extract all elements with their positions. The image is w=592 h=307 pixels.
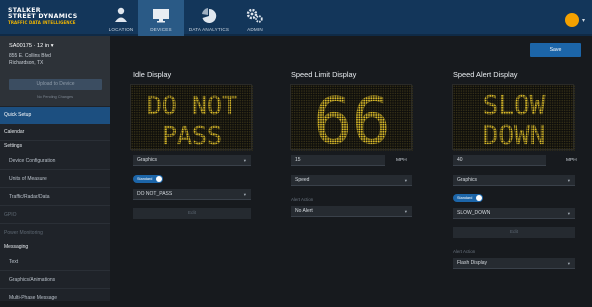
toggle-knob [476,195,482,201]
speed-alert-input[interactable]: 40 [453,155,546,166]
idle-graphic-value: DO NOT_PASS [137,191,173,197]
speed-alert-unit: MPH [566,158,577,163]
led-text-line: SLOW [483,91,546,121]
led-text-line: PASS [162,121,222,150]
pending-changes-label: No Pending Changes [36,95,74,99]
speed-alert-mode-select[interactable]: Graphics ▾ [453,175,575,186]
speed-alert-led-matrix: SLOWDOWN [453,85,575,151]
nav-location[interactable]: LOCATION [106,0,136,36]
speed-alert-standard-toggle[interactable]: Standard [453,194,483,202]
speed-limit-led-matrix: 66 [291,85,413,159]
idle-graphic-select[interactable]: DO NOT_PASS ▾ [133,189,251,200]
chevron-down-icon: ▾ [50,43,54,49]
nav-data-analytics[interactable]: DATA ANALYTICS [188,0,230,36]
led-text-line: DOWN [483,121,546,151]
idle-edit-button[interactable]: Edit [133,208,251,219]
led-text-line: DO NOT [147,91,237,120]
idle-mode-select[interactable]: Graphics ▾ [133,155,251,166]
speed-alert-alert-value: Flash Display [457,260,488,266]
save-button[interactable]: Save [530,43,581,57]
idle-toggle-label: Standard [137,177,153,181]
speed-limit-mode-value: Speed [295,177,310,183]
speed-limit-value: 15 [295,157,301,163]
idle-mode-value: Graphics [137,157,158,163]
logo-line3: TRAFFIC DATA INTELLIGENCE [8,20,76,25]
speed-limit-alert-label: Alert Action [291,197,314,202]
speed-alert-title: Speed Alert Display [453,70,518,79]
speed-alert-alert-select[interactable]: Flash Display ▾ [453,258,575,269]
chevron-down-icon: ▾ [243,192,246,197]
speed-alert-graphic-value: SLOW_DOWN [457,210,491,216]
nav-data-analytics-label: DATA ANALYTICS [188,27,230,32]
nav-admin-label: ADMIN [247,27,263,32]
sidebar-section-settings[interactable]: Settings [0,139,110,153]
led-text-line: 66 [313,85,390,151]
chevron-down-icon: ▾ [567,178,570,183]
speed-limit-alert-select[interactable]: No Alert ▾ [291,206,412,217]
idle-standard-toggle[interactable]: Standard [133,175,163,183]
sidebar-item-multi-phase-message[interactable]: Multi-Phase Message [0,290,110,307]
chevron-down-icon: ▾ [404,178,407,183]
top-bar: STALKER STREET DYNAMICS TRAFFIC DATA INT… [0,0,592,36]
toggle-knob [156,176,162,182]
speed-limit-title: Speed Limit Display [291,70,357,79]
sidebar-item-traffic-radar-data[interactable]: Traffic/Radar/Data [0,189,110,206]
monitor-icon [153,9,169,23]
speed-limit-led-preview: 66 [290,84,413,159]
chevron-down-icon[interactable]: ▾ [582,17,585,24]
sidebar-item-units-of-measure[interactable]: Units of Measure [0,171,110,188]
device-id: SA00175 · 12 in [9,43,50,49]
nav-devices[interactable]: DEVICES [138,0,184,36]
gears-icon [246,8,263,23]
device-selector[interactable]: SA00175 · 12 in ▾ [9,43,54,49]
speed-alert-toggle-label: Standard [457,196,473,200]
sidebar-item-text[interactable]: Text [0,254,110,271]
speed-alert-mode-value: Graphics [457,177,478,183]
speed-limit-alert-value: No Alert [295,208,313,214]
person-location-icon [115,7,127,22]
upload-to-device-button[interactable]: Upload to Device [9,79,102,90]
speed-limit-mode-select[interactable]: Speed ▾ [291,175,412,186]
chevron-down-icon: ▾ [567,211,570,216]
user-avatar[interactable] [565,13,579,27]
speed-alert-alert-label: Alert Action [453,249,476,254]
address-line1: 855 E. Collins Blvd [9,53,51,59]
chevron-down-icon: ▾ [243,158,246,163]
device-address: 855 E. Collins Blvd Richardson, TX [9,53,51,66]
nav-devices-label: DEVICES [150,27,172,32]
sidebar-item-graphics-animations[interactable]: Graphics/Animations [0,272,110,289]
sidebar-section-messaging[interactable]: Messaging [0,240,110,254]
speed-alert-graphic-select[interactable]: SLOW_DOWN ▾ [453,208,575,219]
device-summary: SA00175 · 12 in ▾ 855 E. Collins Blvd Ri… [0,36,110,106]
pie-chart-icon [202,8,217,23]
speed-alert-value: 40 [457,157,463,163]
sidebar: SA00175 · 12 in ▾ 855 E. Collins Blvd Ri… [0,36,110,301]
speed-limit-input[interactable]: 15 [291,155,385,166]
brand-logo[interactable]: STALKER STREET DYNAMICS TRAFFIC DATA INT… [8,7,77,26]
idle-led-matrix: DO NOTPASS [131,85,253,151]
sidebar-item-device-configuration[interactable]: Device Configuration [0,153,110,170]
idle-led-preview: DO NOT PASS [130,84,253,151]
idle-display-title: Idle Display [133,70,172,79]
speed-limit-unit: MPH [396,158,407,163]
speed-alert-edit-button[interactable]: Edit [453,227,575,238]
sidebar-item-gpio: GPIO [0,207,110,224]
address-line2: Richardson, TX [9,59,44,66]
chevron-down-icon: ▾ [404,209,407,214]
speed-alert-led-preview: SLOW DOWN [452,84,575,151]
sidebar-item-quick-setup[interactable]: Quick Setup [0,107,110,124]
nav-admin[interactable]: ADMIN [240,0,270,36]
nav-location-label: LOCATION [108,27,134,32]
chevron-down-icon: ▾ [567,261,570,266]
